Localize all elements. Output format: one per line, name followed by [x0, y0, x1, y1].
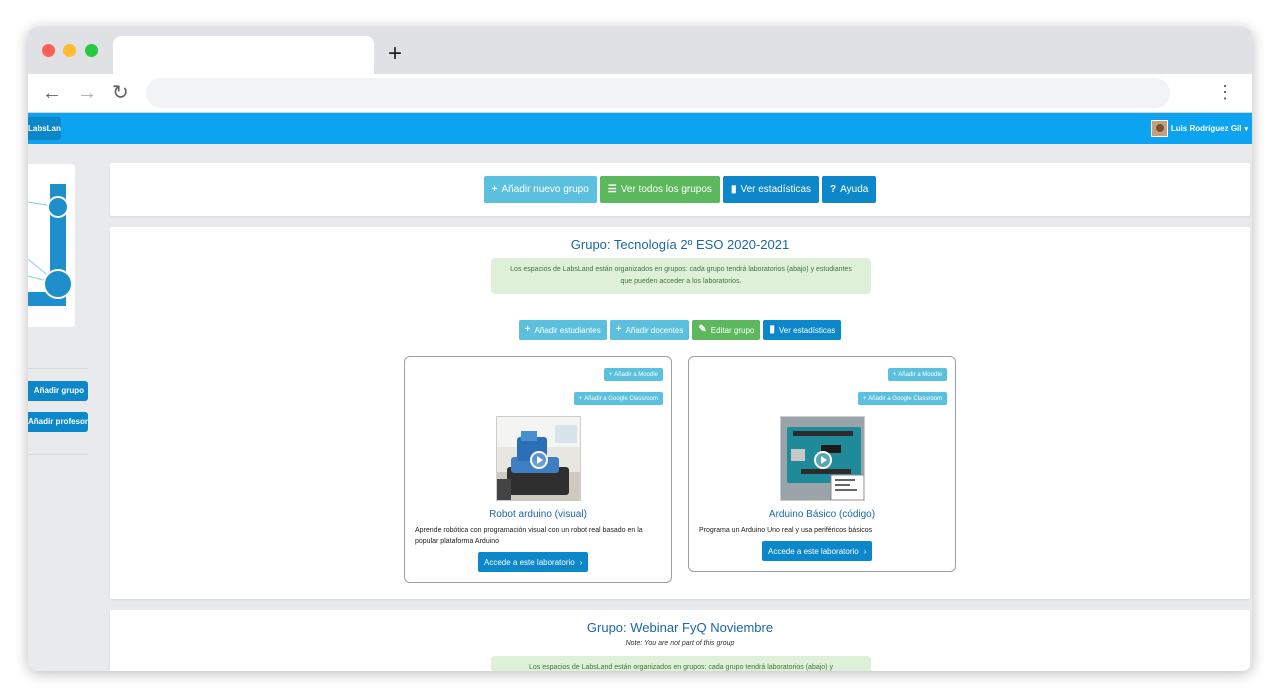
lab-video-thumbnail[interactable] [496, 416, 581, 501]
new-tab-button[interactable]: + [388, 42, 402, 66]
lab-title[interactable]: Arduino Básico (código) [689, 509, 955, 520]
access-lab-label: Accede a este laboratorio [484, 557, 575, 567]
play-icon [530, 451, 548, 469]
group-info-alert: Los espacios de LabsLand están organizad… [491, 656, 871, 671]
maximize-window-button[interactable] [85, 44, 98, 57]
user-menu[interactable]: Luis Rodríguez Gil ▾ [1150, 120, 1248, 137]
help-label: Ayuda [840, 184, 869, 195]
tab-strip: + [28, 27, 1252, 74]
add-students-label: Añadir estudiantes [534, 325, 601, 335]
add-to-moodle-label: Añadir a Moodle [898, 371, 942, 378]
browser-menu-icon[interactable]: ⋮ [1216, 82, 1234, 102]
sidebar-divider [28, 454, 88, 455]
add-to-google-classroom-label: Añadir a Google Classroom [868, 395, 942, 402]
user-name: Luis Rodríguez Gil [1170, 124, 1242, 133]
add-to-moodle-button[interactable]: + Añadir a Moodle [603, 368, 663, 381]
add-to-moodle-button[interactable]: + Añadir a Moodle [887, 368, 947, 381]
view-all-groups-label: Ver todos los grupos [620, 184, 712, 195]
view-statistics-button[interactable]: ▮ Ver estadísticas [722, 176, 820, 203]
top-actions: + Añadir nuevo grupo ☰ Ver todos los gru… [110, 176, 1250, 203]
group-panel: Grupo: Tecnología 2º ESO 2020-2021 Los e… [110, 227, 1250, 599]
question-circle-icon: ? [830, 183, 837, 195]
plus-icon: + [892, 371, 897, 378]
group-membership-note: Note: You are not part of this group [625, 640, 735, 647]
add-to-google-classroom-button[interactable]: + Añadir a Google Classroom [573, 392, 663, 405]
chevron-right-icon: › [579, 557, 583, 567]
add-students-button[interactable]: + Añadir estudiantes [518, 320, 607, 340]
edit-icon: ✎ [698, 324, 707, 335]
plus-icon: + [615, 324, 622, 335]
close-window-button[interactable] [42, 44, 55, 57]
sidebar-divider [28, 368, 88, 369]
add-new-group-button[interactable]: + Añadir nuevo grupo [483, 176, 597, 203]
plus-icon: + [491, 183, 498, 195]
bar-chart-icon: ▮ [769, 324, 775, 335]
lab-title[interactable]: Robot arduino (visual) [405, 509, 671, 520]
chevron-right-icon: › [863, 546, 867, 556]
group-statistics-button[interactable]: ▮ Ver estadísticas [763, 320, 842, 340]
address-bar[interactable] [146, 78, 1170, 108]
sidebar-add-teacher-button[interactable]: Añadir profesor [28, 412, 88, 432]
help-button[interactable]: ? Ayuda [822, 176, 877, 203]
add-to-google-classroom-label: Añadir a Google Classroom [584, 395, 658, 402]
browser-window: + ← → ↻ ⋮ LabsLand Luis Rodríguez Gil ▾ … [28, 27, 1252, 671]
plus-icon: + [862, 395, 867, 402]
view-statistics-label: Ver estadísticas [740, 184, 812, 195]
play-icon [814, 451, 832, 469]
lab-card: + Añadir a Moodle + Añadir a Google Clas… [688, 356, 956, 572]
add-to-google-classroom-button[interactable]: + Añadir a Google Classroom [857, 392, 947, 405]
bar-chart-icon: ▮ [730, 183, 737, 195]
plus-icon: + [608, 371, 613, 378]
list-icon: ☰ [607, 183, 617, 195]
access-lab-button[interactable]: Accede a este laboratorio › [762, 541, 873, 561]
network-diagram-icon [28, 184, 73, 306]
group-title: Grupo: Webinar FyQ Noviembre [586, 620, 774, 635]
edit-group-label: Editar grupo [710, 325, 755, 335]
add-to-moodle-label: Añadir a Moodle [614, 371, 658, 378]
app-navbar: LabsLand Luis Rodríguez Gil ▾ [28, 113, 1252, 144]
lab-card: + Añadir a Moodle + Añadir a Google Clas… [404, 356, 672, 583]
lab-description: Programa un Arduino Uno real y usa perif… [699, 527, 873, 534]
group-panel: Grupo: Webinar FyQ Noviembre Note: You a… [110, 610, 1250, 671]
group-statistics-label: Ver estadísticas [778, 325, 836, 335]
add-new-group-label: Añadir nuevo grupo [501, 184, 589, 195]
lab-video-thumbnail[interactable] [780, 416, 865, 501]
plus-icon: + [578, 395, 583, 402]
view-all-groups-button[interactable]: ☰ Ver todos los grupos [599, 176, 720, 203]
forward-arrow-icon[interactable]: → [77, 81, 97, 105]
group-title: Grupo: Tecnología 2º ESO 2020-2021 [570, 237, 790, 252]
group-actions: + Añadir estudiantes + Añadir docentes ✎… [110, 320, 1250, 340]
top-actions-panel: + Añadir nuevo grupo ☰ Ver todos los gru… [110, 163, 1250, 216]
caret-down-icon: ▾ [1244, 125, 1248, 133]
access-lab-label: Accede a este laboratorio [768, 546, 859, 556]
browser-tab[interactable] [113, 36, 374, 74]
avatar [1150, 120, 1168, 137]
group-info-alert: Los espacios de LabsLand están organizad… [491, 258, 871, 294]
sidebar-add-group-button[interactable]: Añadir grupo [28, 381, 88, 401]
back-arrow-icon[interactable]: ← [42, 81, 62, 105]
plus-icon: + [524, 324, 531, 335]
reload-icon[interactable]: ↻ [112, 81, 129, 105]
browser-toolbar: ← → ↻ ⋮ [28, 74, 1252, 113]
edit-group-button[interactable]: ✎ Editar grupo [692, 320, 761, 340]
add-teachers-label: Añadir docentes [625, 325, 684, 335]
access-lab-button[interactable]: Accede a este laboratorio › [478, 552, 589, 572]
lab-description: Aprende robótica con programación visual… [415, 527, 643, 545]
minimize-window-button[interactable] [63, 44, 76, 57]
add-teachers-button[interactable]: + Añadir docentes [609, 320, 690, 340]
sidebar-illustration [28, 164, 75, 327]
brand-button[interactable]: LabsLand [28, 117, 61, 140]
